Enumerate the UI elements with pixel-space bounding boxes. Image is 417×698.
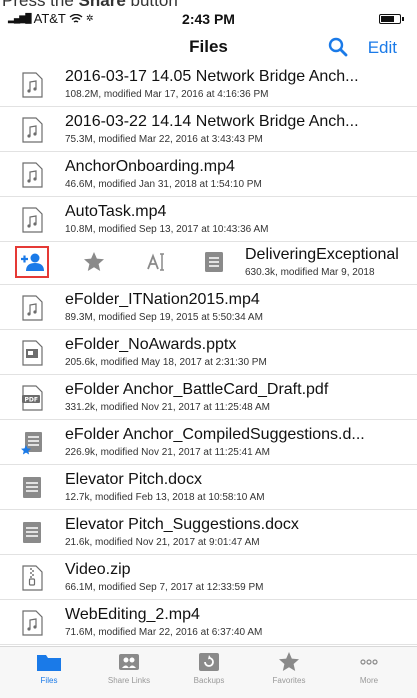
file-meta: 46.6M, modified Jan 31, 2018 at 1:54:10 … xyxy=(65,179,262,190)
tab-backups[interactable]: Backups xyxy=(174,651,244,685)
file-meta: 89.3M, modified Sep 19, 2015 at 5:50:34 … xyxy=(65,312,263,323)
presentation-file-icon xyxy=(22,340,43,366)
doc-file-icon xyxy=(23,477,41,498)
tab-label: Favorites xyxy=(272,676,306,685)
favorite-doc-file-icon xyxy=(21,432,42,455)
list-item[interactable]: Elevator Pitch.docx 12.7k, modified Feb … xyxy=(0,465,417,510)
tab-label: Share Links xyxy=(107,676,151,685)
search-icon[interactable] xyxy=(327,36,349,58)
file-name: Elevator Pitch_Suggestions.docx xyxy=(65,516,299,533)
file-meta: 21.6k, modified Nov 21, 2017 at 9:01:47 … xyxy=(65,537,260,548)
list-item[interactable]: Elevator Pitch_Suggestions.docx 21.6k, m… xyxy=(0,510,417,555)
battery-icon xyxy=(379,14,404,24)
tab-label: Files xyxy=(40,676,58,685)
list-item[interactable]: 2016-03-22 14.14 Network Bridge Anch... … xyxy=(0,107,417,152)
file-meta: 205.6k, modified May 18, 2017 at 2:31:30… xyxy=(65,357,267,368)
tab-bar: Files Share Links Backups Favorites More xyxy=(0,646,417,698)
file-meta: 71.6M, modified Mar 22, 2016 at 6:37:40 … xyxy=(65,627,263,638)
list-item[interactable]: AnchorOnboarding.mp4 46.6M, modified Jan… xyxy=(0,152,417,197)
list-item[interactable]: WebEditing_2.mp4 71.6M, modified Mar 22,… xyxy=(0,600,417,645)
file-list: 2016-03-17 14.05 Network Bridge Anch... … xyxy=(0,66,417,646)
svg-text:PDF: PDF xyxy=(25,397,38,404)
audio-file-icon xyxy=(22,162,43,188)
share-button[interactable] xyxy=(15,246,49,278)
list-item[interactable]: 2016-03-17 14.05 Network Bridge Anch... … xyxy=(0,66,417,107)
tab-files[interactable]: Files xyxy=(14,651,84,685)
tab-more[interactable]: More xyxy=(334,651,404,685)
rename-icon[interactable] xyxy=(146,250,170,274)
add-user-icon xyxy=(21,253,44,271)
file-name: eFolder_ITNation2015.mp4 xyxy=(65,291,260,308)
pdf-file-icon: PDF xyxy=(22,385,43,411)
backups-icon xyxy=(199,653,219,671)
audio-file-icon xyxy=(22,72,43,98)
file-name: 2016-03-22 14.14 Network Bridge Anch... xyxy=(65,113,359,130)
list-item[interactable]: PDF eFolder Anchor_BattleCard_Draft.pdf … xyxy=(0,375,417,420)
file-meta: 331.2k, modified Nov 21, 2017 at 11:25:4… xyxy=(65,402,270,413)
status-bar: ▂▄▆█ AT&T ✲ 2:43 PM xyxy=(0,8,417,30)
star-icon[interactable] xyxy=(82,250,106,274)
file-meta: 630.3k, modified Mar 9, 2018 xyxy=(245,267,375,278)
edit-button[interactable]: Edit xyxy=(368,38,397,58)
list-item[interactable]: eFolder_ITNation2015.mp4 89.3M, modified… xyxy=(0,285,417,330)
file-meta: 10.8M, modified Sep 13, 2017 at 10:43:36… xyxy=(65,224,269,235)
file-name: DeliveringExceptional xyxy=(245,246,399,263)
file-meta: 75.3M, modified Mar 22, 2016 at 3:43:43 … xyxy=(65,134,263,145)
file-meta: 108.2M, modified Mar 17, 2016 at 4:16:36… xyxy=(65,89,269,100)
file-name: AnchorOnboarding.mp4 xyxy=(65,158,235,175)
file-name: eFolder_NoAwards.pptx xyxy=(65,336,237,353)
tab-favorites[interactable]: Favorites xyxy=(254,651,324,685)
zip-file-icon xyxy=(22,565,43,591)
file-name: AutoTask.mp4 xyxy=(65,203,167,220)
audio-file-icon xyxy=(22,295,43,321)
list-item[interactable]: eFolder_NoAwards.pptx 205.6k, modified M… xyxy=(0,330,417,375)
audio-file-icon xyxy=(22,207,43,233)
page-title: Files xyxy=(189,37,228,56)
file-name: Elevator Pitch.docx xyxy=(65,471,202,488)
share-links-icon xyxy=(119,654,139,670)
star-icon xyxy=(279,652,299,671)
file-name: eFolder Anchor_CompiledSuggestions.d... xyxy=(65,426,365,443)
file-meta: 66.1M, modified Sep 7, 2017 at 12:33:59 … xyxy=(65,582,264,593)
audio-file-icon xyxy=(22,610,43,636)
file-meta: 226.9k, modified Nov 21, 2017 at 11:25:4… xyxy=(65,447,270,458)
nav-bar: Files Edit xyxy=(0,30,417,66)
audio-file-icon xyxy=(22,117,43,143)
swiped-action-row: DeliveringExceptional 630.3k, modified M… xyxy=(0,240,417,285)
file-name: WebEditing_2.mp4 xyxy=(65,606,200,623)
folder-icon xyxy=(37,655,61,671)
list-item[interactable]: AutoTask.mp4 10.8M, modified Sep 13, 201… xyxy=(0,197,417,242)
list-item[interactable]: Video.zip 66.1M, modified Sep 7, 2017 at… xyxy=(0,555,417,600)
tab-share-links[interactable]: Share Links xyxy=(94,651,164,685)
more-icon xyxy=(360,659,378,665)
file-name: eFolder Anchor_BattleCard_Draft.pdf xyxy=(65,381,329,398)
tab-label: More xyxy=(359,676,379,685)
list-item[interactable]: eFolder Anchor_CompiledSuggestions.d... … xyxy=(0,420,417,465)
doc-file-icon xyxy=(23,522,41,543)
file-name: 2016-03-17 14.05 Network Bridge Anch... xyxy=(65,68,359,85)
file-name: Video.zip xyxy=(65,561,131,578)
document-icon[interactable] xyxy=(202,250,226,274)
tab-label: Backups xyxy=(193,676,225,685)
file-meta: 12.7k, modified Feb 13, 2018 at 10:58:10… xyxy=(65,492,265,503)
status-time: 2:43 PM xyxy=(182,11,235,27)
